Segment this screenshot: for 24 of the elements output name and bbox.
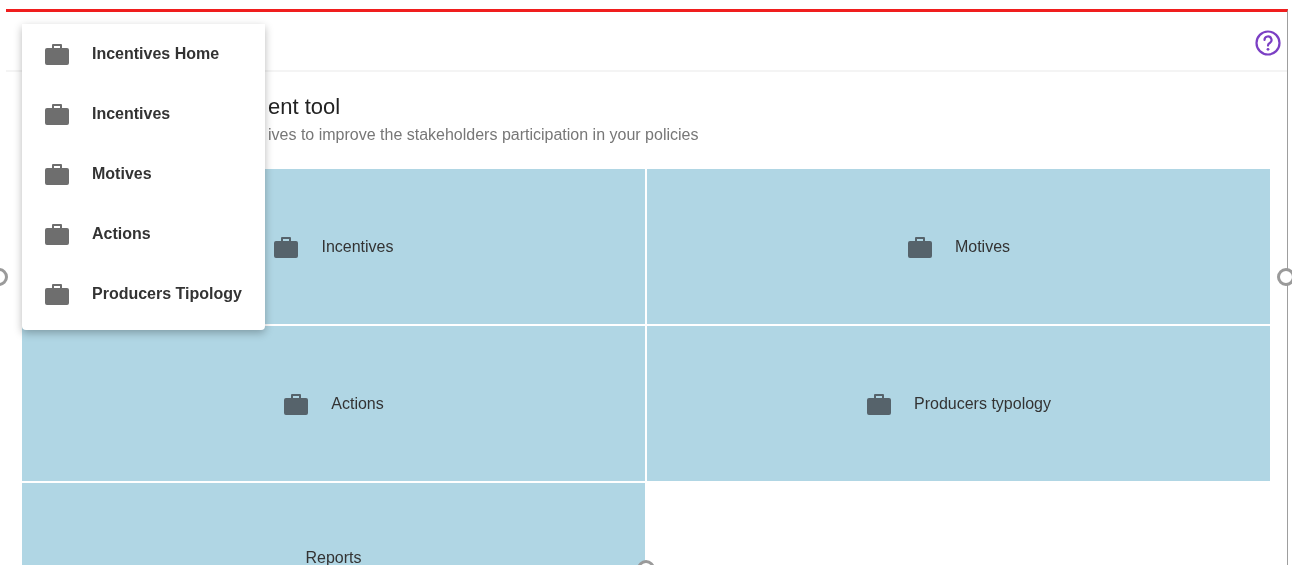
page-title: ent tool	[268, 93, 342, 121]
menu-item[interactable]: Incentives	[22, 84, 265, 144]
briefcase-icon	[44, 102, 70, 126]
tile-label: Incentives	[321, 236, 394, 257]
help-icon[interactable]	[1255, 30, 1281, 56]
briefcase-icon	[283, 391, 310, 416]
menu-item[interactable]: Incentives Home	[22, 24, 265, 84]
briefcase-icon	[273, 234, 300, 259]
briefcase-icon	[866, 391, 892, 416]
briefcase-icon	[44, 282, 70, 306]
tile-label: Motives	[954, 236, 1011, 257]
tile-label: Actions	[331, 393, 384, 414]
tile-card[interactable]: Motives	[647, 169, 1270, 324]
tile-label: Producers typology	[914, 393, 1051, 414]
menu-item[interactable]: Producers Tipology	[22, 264, 265, 324]
page-subtitle: ives to improve the stakeholders participation in your policies	[268, 125, 700, 145]
briefcase-icon	[44, 162, 70, 186]
tile-card[interactable]: Producers typology	[647, 326, 1270, 481]
briefcase-icon	[906, 234, 933, 259]
resize-handle[interactable]	[1277, 268, 1292, 286]
briefcase-icon	[44, 222, 70, 246]
tile-card[interactable]: Actions	[22, 326, 645, 481]
briefcase-icon	[44, 42, 70, 66]
menu-item[interactable]: Actions	[22, 204, 265, 264]
